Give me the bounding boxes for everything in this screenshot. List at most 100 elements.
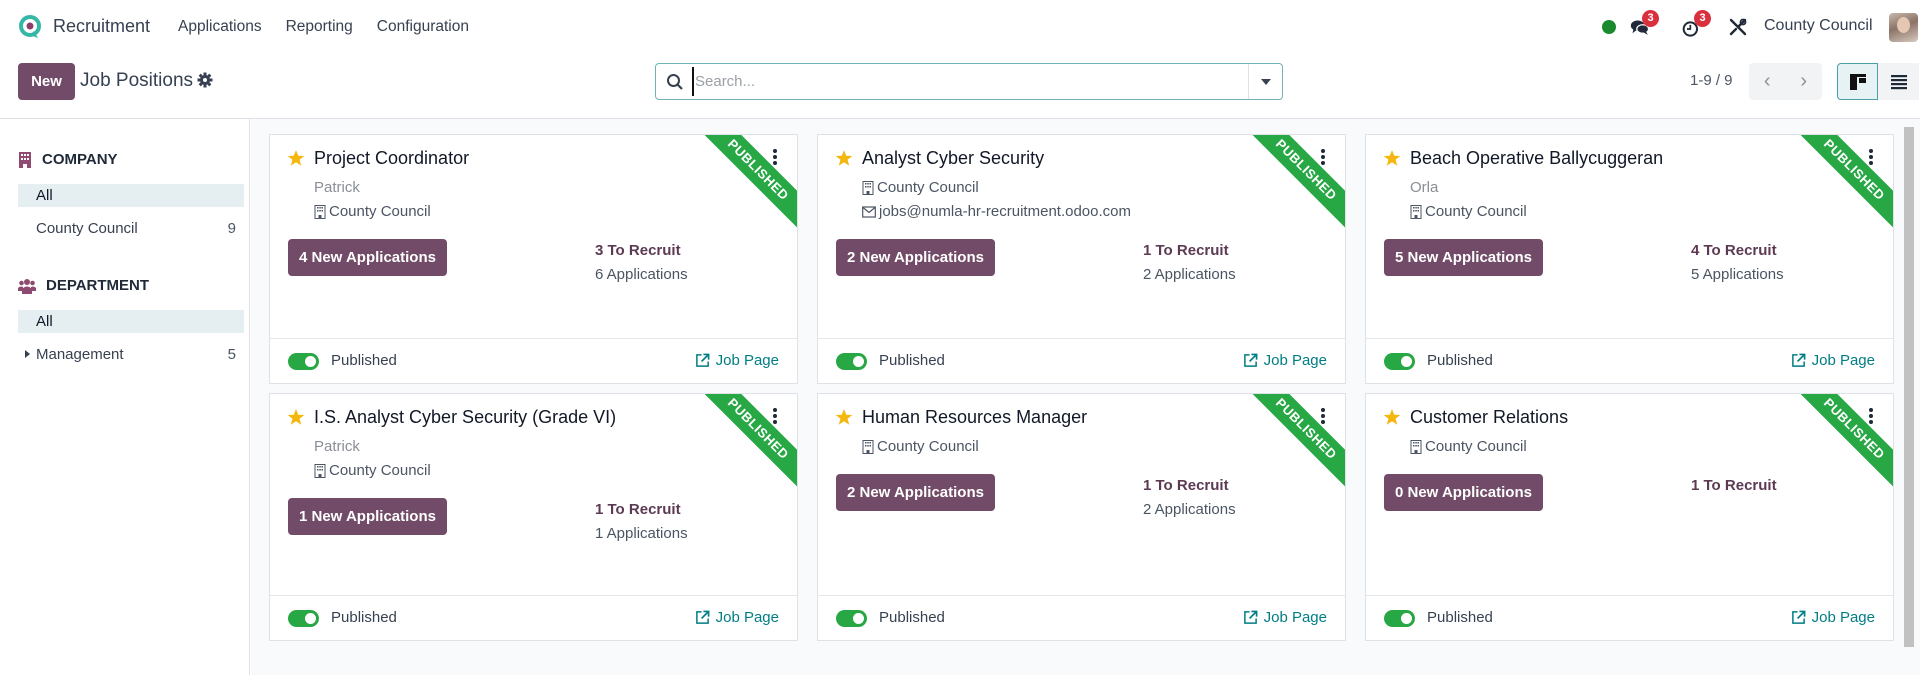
new-applications-button[interactable]: 1 New Applications (288, 498, 447, 535)
card-menu-icon[interactable] (773, 149, 779, 165)
to-recruit-link[interactable]: 4 To Recruit (1691, 242, 1777, 259)
card-menu-icon[interactable] (773, 408, 779, 424)
job-title[interactable]: Beach Operative Ballycuggeran (1410, 148, 1663, 169)
published-toggle[interactable] (288, 610, 319, 627)
star-icon[interactable] (287, 408, 305, 426)
menu-applications[interactable]: Applications (178, 18, 262, 36)
pager-value[interactable]: 1-9 / 9 (1690, 72, 1733, 89)
company-line: County Council (314, 462, 431, 479)
recruiter-name: Patrick (314, 438, 360, 455)
job-position-card[interactable]: PUBLISHED Customer Relations County Coun… (1365, 393, 1894, 641)
gear-icon[interactable] (197, 72, 213, 88)
chevron-left-icon: ‹ (1763, 70, 1771, 92)
search-input[interactable] (692, 67, 1237, 96)
list-view-button[interactable] (1878, 63, 1919, 100)
card-footer: Published Job Page (818, 595, 1345, 640)
card-menu-icon[interactable] (1869, 408, 1875, 424)
control-panel: New Job Positions 1-9 / 9 ‹ › (0, 55, 1920, 119)
company-filter-county-council[interactable]: County Council 9 (18, 217, 244, 240)
new-button[interactable]: New (18, 63, 75, 100)
search-panel: COMPANY All County Council 9 DEPARTMENT … (0, 119, 250, 675)
star-icon[interactable] (287, 149, 305, 167)
new-applications-button[interactable]: 2 New Applications (836, 474, 995, 511)
to-recruit-link[interactable]: 1 To Recruit (1691, 477, 1777, 494)
filter-count: 9 (227, 220, 236, 237)
job-page-link[interactable]: Job Page (1243, 352, 1327, 369)
card-menu-icon[interactable] (1869, 149, 1875, 165)
job-title[interactable]: Project Coordinator (314, 148, 469, 169)
ribbon-label: PUBLISHED (1793, 135, 1893, 233)
to-recruit-link[interactable]: 1 To Recruit (1143, 477, 1229, 494)
company-filter-all[interactable]: All (18, 184, 244, 207)
job-title[interactable]: Human Resources Manager (862, 407, 1087, 428)
job-position-card[interactable]: PUBLISHED Human Resources Manager County… (817, 393, 1346, 641)
caret-right-icon[interactable] (25, 350, 30, 358)
building-icon (1410, 204, 1422, 219)
app-name[interactable]: Recruitment (53, 16, 150, 37)
job-page-link[interactable]: Job Page (1791, 609, 1875, 626)
published-toggle[interactable] (288, 353, 319, 370)
company-name: County Council (877, 438, 979, 455)
published-label: Published (879, 609, 945, 626)
job-page-link[interactable]: Job Page (695, 352, 779, 369)
menu-reporting[interactable]: Reporting (286, 18, 353, 36)
to-recruit-link[interactable]: 3 To Recruit (595, 242, 681, 259)
department-filter-management[interactable]: Management 5 (18, 343, 244, 366)
debug-tools-icon[interactable] (1729, 18, 1747, 36)
published-toggle[interactable] (836, 353, 867, 370)
ribbon-label: PUBLISHED (697, 135, 797, 233)
search-options-toggle[interactable] (1248, 64, 1282, 99)
star-icon[interactable] (835, 408, 853, 426)
star-icon[interactable] (835, 149, 853, 167)
card-menu-icon[interactable] (1321, 149, 1327, 165)
job-position-card[interactable]: PUBLISHED Project Coordinator Patrick Co… (269, 134, 798, 384)
applications-link[interactable]: 2 Applications (1143, 266, 1236, 283)
new-applications-button[interactable]: 0 New Applications (1384, 474, 1543, 511)
applications-link[interactable]: 5 Applications (1691, 266, 1784, 283)
ribbon-label: PUBLISHED (1793, 394, 1893, 492)
applications-link[interactable]: 1 Applications (595, 525, 688, 542)
published-toggle[interactable] (836, 610, 867, 627)
pager-next-button[interactable]: › (1786, 63, 1823, 100)
job-position-card[interactable]: PUBLISHED Analyst Cyber Security County … (817, 134, 1346, 384)
job-position-card[interactable]: PUBLISHED I.S. Analyst Cyber Security (G… (269, 393, 798, 641)
user-avatar[interactable] (1889, 13, 1918, 42)
job-page-link[interactable]: Job Page (695, 609, 779, 626)
job-page-label: Job Page (715, 609, 779, 626)
company-line: County Council (862, 179, 979, 196)
pager-previous-button[interactable]: ‹ (1749, 63, 1786, 100)
menu-configuration[interactable]: Configuration (377, 18, 469, 36)
published-toggle[interactable] (1384, 610, 1415, 627)
job-title[interactable]: Customer Relations (1410, 407, 1568, 428)
new-applications-button[interactable]: 2 New Applications (836, 239, 995, 276)
department-filter-all[interactable]: All (18, 310, 244, 333)
recruitment-app-icon[interactable] (18, 15, 42, 39)
job-page-link[interactable]: Job Page (1791, 352, 1875, 369)
kanban-view-button[interactable] (1837, 63, 1878, 100)
company-section-header: COMPANY (18, 151, 118, 168)
department-section-header: DEPARTMENT (18, 277, 149, 294)
published-label: Published (879, 352, 945, 369)
scrollbar[interactable] (1904, 127, 1914, 647)
published-toggle[interactable] (1384, 353, 1415, 370)
job-page-link[interactable]: Job Page (1243, 609, 1327, 626)
card-menu-icon[interactable] (1321, 408, 1327, 424)
users-icon (18, 278, 36, 294)
company-switcher[interactable]: County Council (1764, 17, 1873, 35)
applications-link[interactable]: 2 Applications (1143, 501, 1236, 518)
to-recruit-link[interactable]: 1 To Recruit (595, 501, 681, 518)
job-position-card[interactable]: PUBLISHED Beach Operative Ballycuggeran … (1365, 134, 1894, 384)
building-icon (314, 204, 326, 219)
company-name: County Council (877, 179, 979, 196)
new-applications-button[interactable]: 5 New Applications (1384, 239, 1543, 276)
star-icon[interactable] (1383, 149, 1401, 167)
job-title[interactable]: I.S. Analyst Cyber Security (Grade VI) (314, 407, 616, 428)
ribbon-label: PUBLISHED (1245, 135, 1345, 233)
messages-button[interactable]: 3 (1630, 10, 1659, 40)
applications-link[interactable]: 6 Applications (595, 266, 688, 283)
job-title[interactable]: Analyst Cyber Security (862, 148, 1044, 169)
new-applications-button[interactable]: 4 New Applications (288, 239, 447, 276)
star-icon[interactable] (1383, 408, 1401, 426)
activities-button[interactable]: 3 (1682, 10, 1711, 40)
to-recruit-link[interactable]: 1 To Recruit (1143, 242, 1229, 259)
